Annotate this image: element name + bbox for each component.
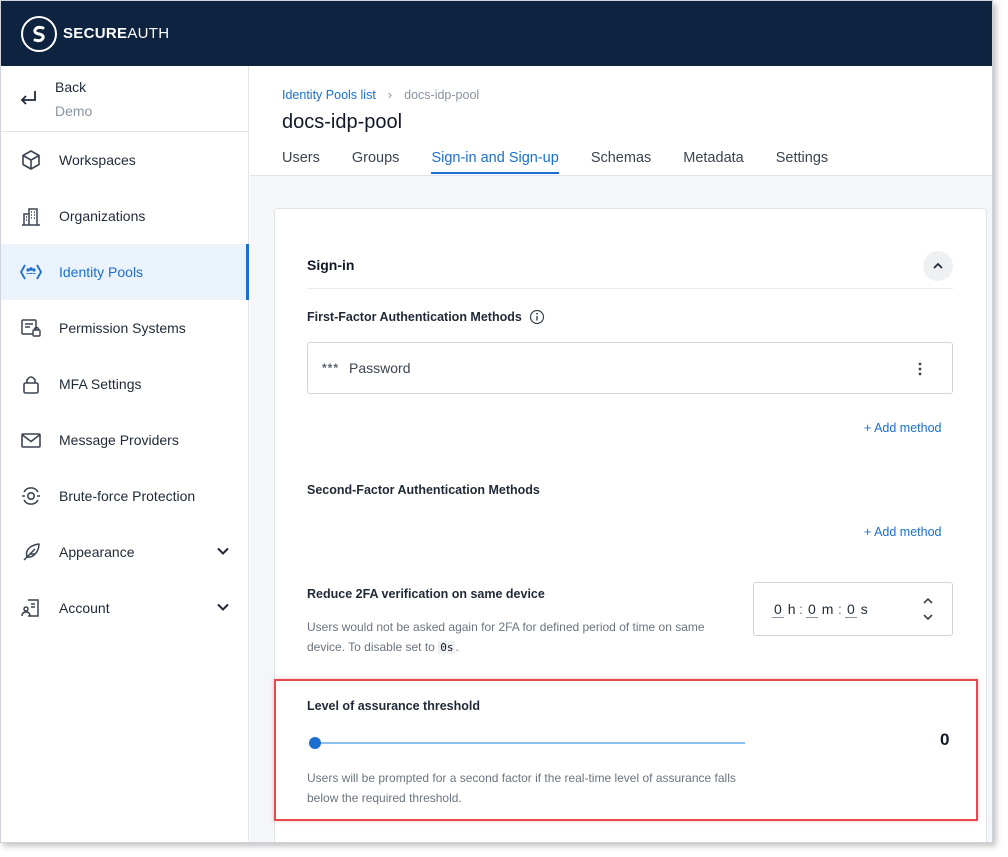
brand-name: SECUREAUTH [63,25,170,42]
collapse-button[interactable] [923,251,953,281]
sidebar-item-appearance[interactable]: Appearance [1,524,248,580]
first-factor-method-password[interactable]: *** Password [307,342,953,394]
top-bar: SECUREAUTH [1,1,992,66]
sidebar-item-label: Permission Systems [59,320,186,336]
breadcrumb-separator-icon: › [387,87,393,102]
tab-schemas[interactable]: Schemas [591,150,651,174]
tab-metadata[interactable]: Metadata [683,150,743,174]
section-title: Sign-in [307,257,355,273]
sidebar-item-label: Identity Pools [59,264,144,280]
buildings-icon [19,204,43,228]
back-button[interactable]: Back Demo [1,66,248,132]
first-factor-label: First-Factor Authentication Methods [307,310,522,324]
sidebar-item-account[interactable]: Account [1,580,248,636]
back-label: Back [55,79,87,95]
sign-in-card: Sign-in First-Factor Authentication Meth… [274,208,987,842]
sidebar-item-label: Organizations [59,208,146,224]
hours-field[interactable]: 0 h [772,601,795,618]
second-factor-label: Second-Factor Authentication Methods [307,483,540,497]
tab-bar: Users Groups Sign-in and Sign-up Schemas… [282,150,860,174]
shield-target-icon [19,484,43,508]
sidebar-item-workspaces[interactable]: Workspaces [1,132,248,188]
identity-pools-icon [19,260,43,284]
sidebar-item-label: Appearance [59,544,135,560]
tab-groups[interactable]: Groups [352,150,400,174]
sidebar-item-label: Brute-force Protection [59,488,196,504]
back-workspace-name: Demo [55,103,93,119]
more-vertical-icon[interactable] [910,357,930,381]
page-title: docs-idp-pool [282,111,403,133]
envelope-icon [19,428,43,452]
duration-input[interactable]: 0 h : 0 m : 0 s [753,582,953,636]
breadcrumb: Identity Pools list › docs-idp-pool [282,87,479,102]
sidebar-item-label: MFA Settings [59,376,142,392]
seconds-field[interactable]: 0 s [845,601,868,618]
app-window: SECUREAUTH Back Demo Workspaces Organiza… [0,0,993,843]
tab-sign-in-and-sign-up[interactable]: Sign-in and Sign-up [431,150,559,174]
stepper-arrows-icon[interactable] [922,595,934,623]
reduce-2fa-description: Users would not be asked again for 2FA f… [307,620,705,654]
time-separator: : [799,601,803,617]
sidebar-item-message-providers[interactable]: Message Providers [1,412,248,468]
minutes-field[interactable]: 0 m [806,601,833,618]
feather-icon [19,540,43,564]
loa-slider-track[interactable] [315,742,745,744]
secureauth-logo-icon [21,15,57,52]
zero-seconds-code: 0s [438,641,456,654]
method-name: Password [349,360,411,376]
password-icon: *** [322,361,340,375]
main-content: Identity Pools list › docs-idp-pool docs… [250,66,992,842]
sidebar-item-mfa-settings[interactable]: MFA Settings [1,356,248,412]
cube-icon [19,148,43,172]
sidebar-item-label: Account [59,600,110,616]
sidebar-item-label: Message Providers [59,432,179,448]
reduce-2fa-label: Reduce 2FA verification on same device [307,587,545,601]
sidebar-item-organizations[interactable]: Organizations [1,188,248,244]
account-icon [19,596,43,620]
sign-in-section-header: Sign-in [307,249,953,289]
tab-settings[interactable]: Settings [776,150,828,174]
sidebar-item-identity-pools[interactable]: Identity Pools [1,244,249,300]
loa-description: Users will be prompted for a second fact… [307,771,736,805]
lock-icon [19,372,43,396]
tab-users[interactable]: Users [282,150,320,174]
page-header: Identity Pools list › docs-idp-pool docs… [250,66,992,176]
back-arrow-icon [20,91,36,105]
loa-value: 0 [940,730,950,749]
chevron-down-icon[interactable] [215,599,231,615]
chevron-up-icon [933,262,943,269]
loa-slider-thumb[interactable] [309,737,321,749]
sidebar-item-permission-systems[interactable]: Permission Systems [1,300,248,356]
add-first-factor-method-link[interactable]: + Add method [864,421,942,435]
sidebar: Back Demo Workspaces Organizations Ident… [1,66,249,842]
breadcrumb-link[interactable]: Identity Pools list [282,88,376,102]
sidebar-item-label: Workspaces [59,152,136,168]
time-separator: : [838,601,842,617]
breadcrumb-current: docs-idp-pool [404,87,480,102]
loa-threshold-label: Level of assurance threshold [307,699,480,713]
sidebar-item-brute-force-protection[interactable]: Brute-force Protection [1,468,248,524]
permission-icon [19,316,43,340]
chevron-down-icon[interactable] [215,543,231,559]
info-icon[interactable] [529,309,545,325]
add-second-factor-method-link[interactable]: + Add method [864,525,942,539]
